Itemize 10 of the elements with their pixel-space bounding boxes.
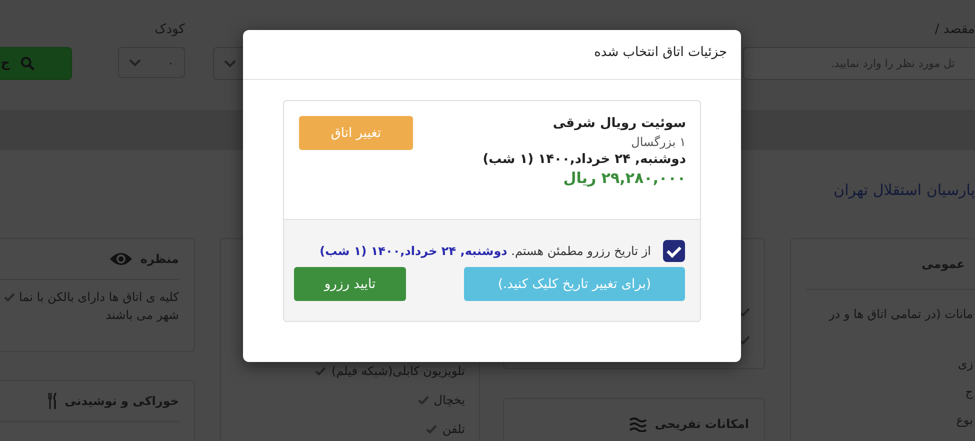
room-name: سوئیت رویال شرقی <box>552 116 686 131</box>
hotel-title: پارسیان استقلال تهران <box>834 181 975 199</box>
change-room-button[interactable]: تغییر اتاق <box>299 116 413 150</box>
guest-count: ۱ بزرگسال <box>630 135 686 149</box>
room-price: ۲۹,۲۸۰,۰۰۰ ریال <box>562 169 686 187</box>
confirm-text: از تاریخ رزرو مطمئن هستم. دوشنبه, ۲۴ خرداد,۱۴۰۰ (۱ شب) <box>320 244 651 258</box>
confirm-booking-button[interactable]: تایید رزرو <box>294 267 406 301</box>
modal-title: جزئیات اتاق انتخاب شده <box>243 30 741 80</box>
change-date-button[interactable]: (برای تغییر تاریخ کلیک کنید.) <box>464 267 685 301</box>
stay-dates: دوشنبه, ۲۴ خرداد,۱۴۰۰ (۱ شب) <box>482 152 686 167</box>
